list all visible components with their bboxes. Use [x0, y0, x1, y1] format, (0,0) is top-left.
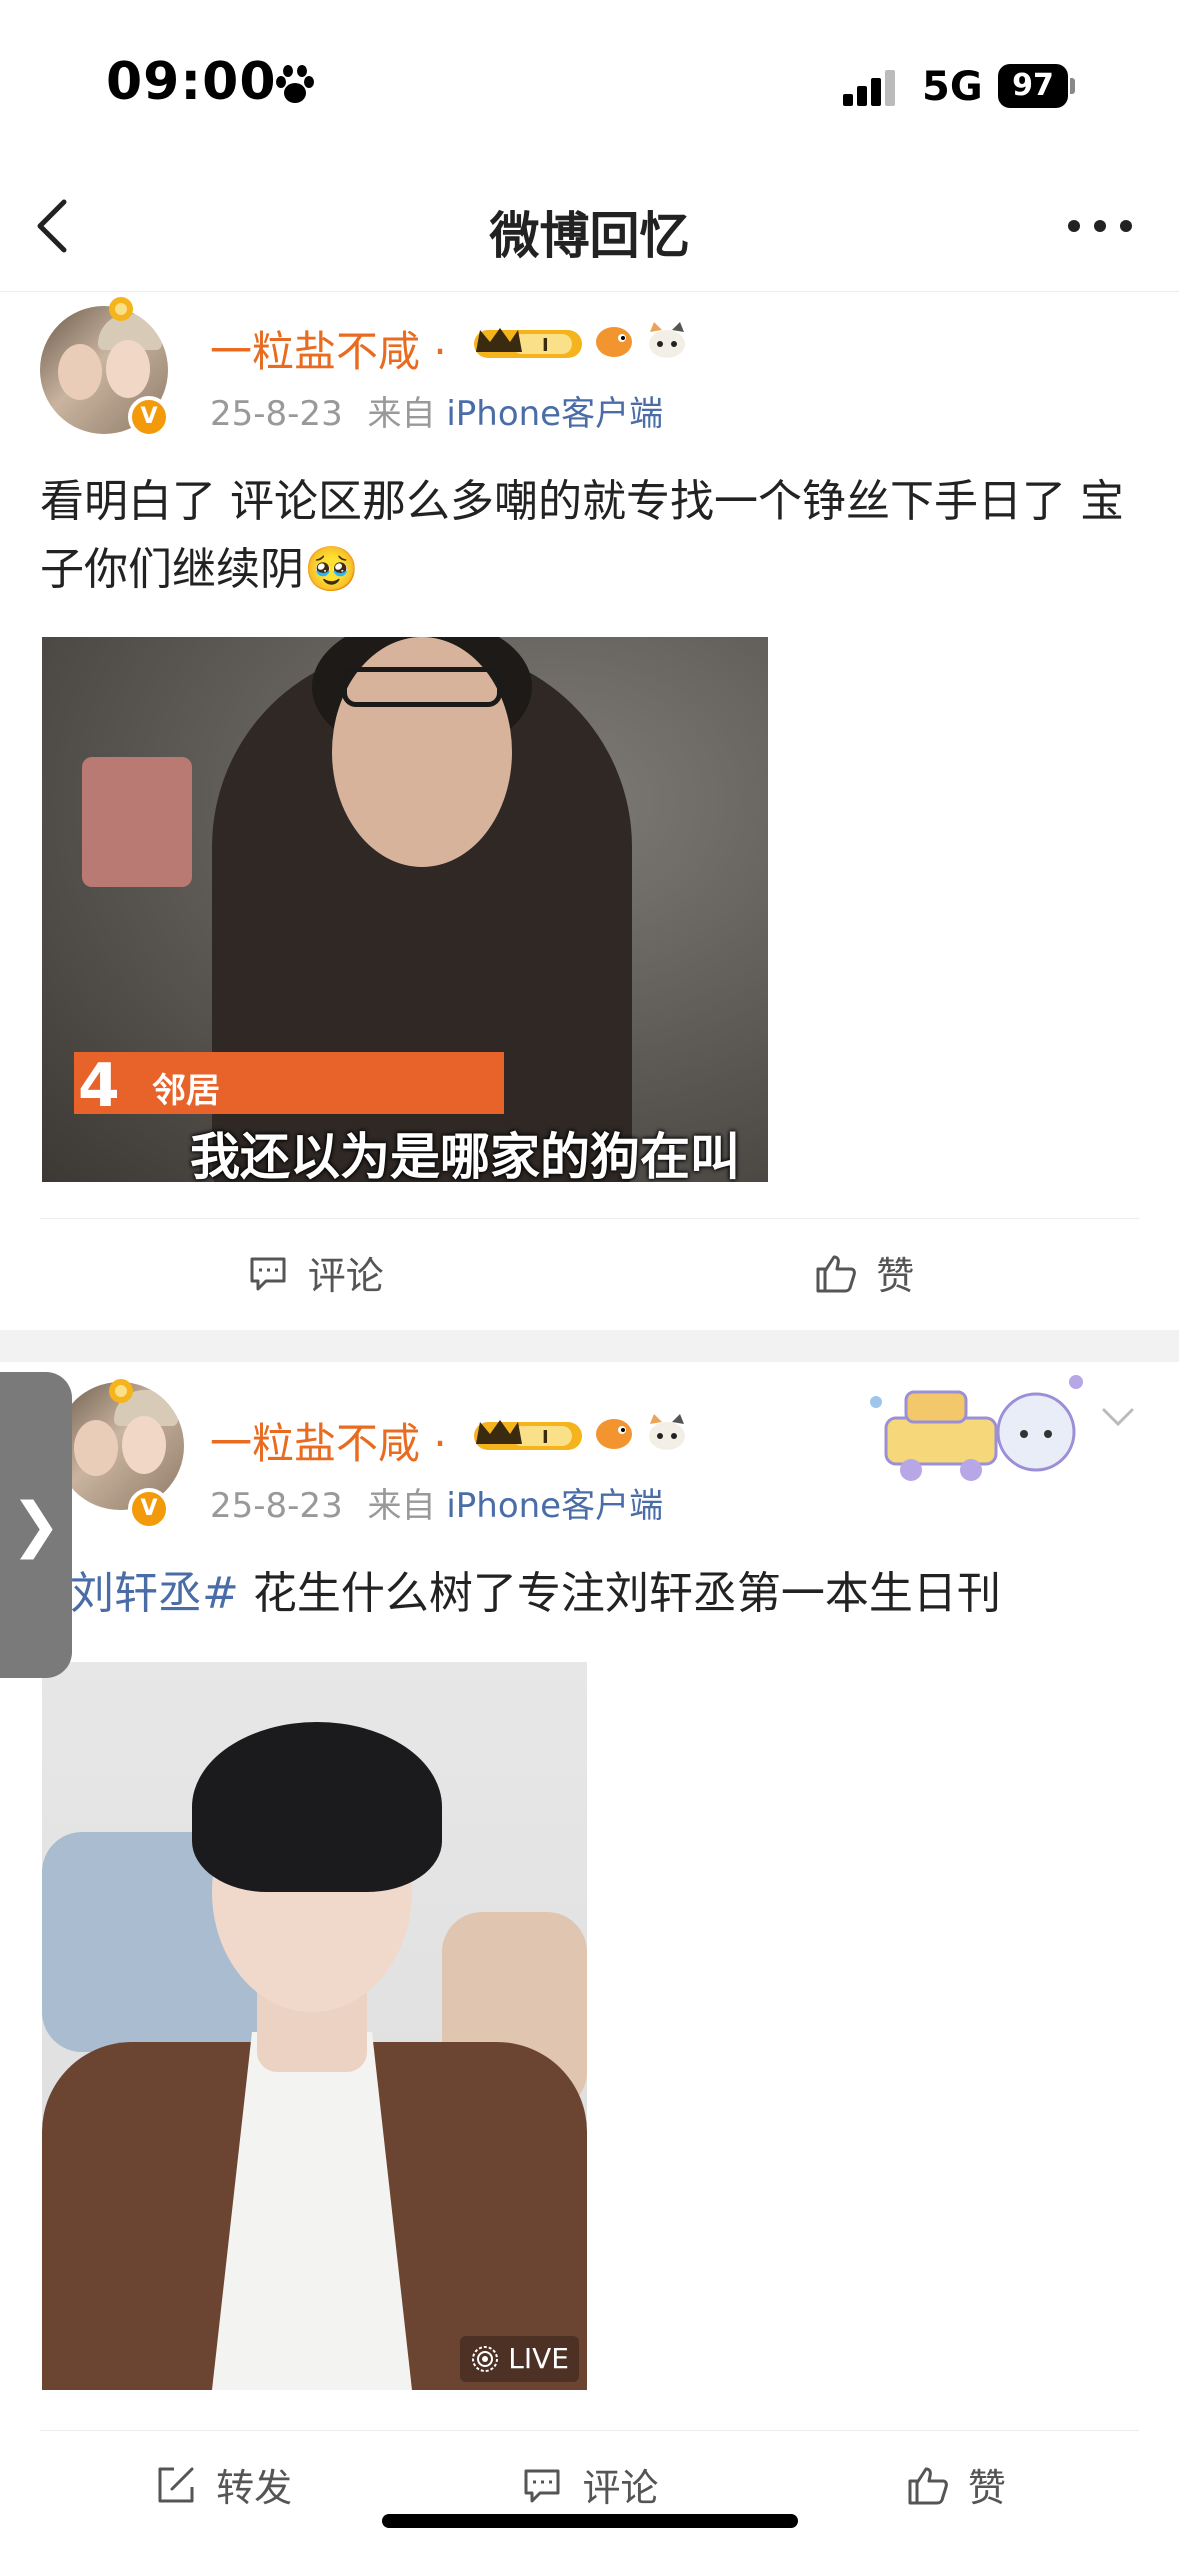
caption-number: 4 [78, 1051, 120, 1121]
hashtag-link[interactable]: 刘轩丞# [70, 1568, 239, 1619]
thumbs-up-icon [816, 1255, 857, 1292]
comment-label: 评论 [582, 2466, 659, 2510]
repost-label: 转发 [216, 2466, 293, 2510]
post-image[interactable]: LIVE [42, 1662, 587, 2390]
image-subtitle: 我还以为是哪家的狗在叫 [190, 1128, 740, 1182]
comment-button[interactable]: 评论 [406, 2457, 772, 2512]
svg-text:I: I [542, 335, 549, 356]
post-card[interactable]: V 一粒盐不咸 · I 25-8-23 来自 iPhone客户端 刘轩丞# 花生… [0, 1362, 1179, 2556]
post-image[interactable]: 4 邻居 我还以为是哪家的狗在叫 [42, 637, 768, 1182]
vip-crown-badge-icon: I [474, 328, 582, 358]
chevron-down-icon[interactable] [1098, 1402, 1138, 1432]
home-indicator[interactable] [382, 2514, 798, 2528]
battery-level: 97 [998, 64, 1068, 108]
source-prefix: 来自 [367, 394, 436, 434]
post-date: 25-8-23 [210, 1486, 343, 1526]
cat-sticker-icon [649, 1414, 685, 1450]
username[interactable]: 一粒盐不咸 · [210, 1410, 447, 1471]
post-card[interactable]: V 一粒盐不咸 · I 25-8-23 来自 iPhone客户端 看明白了 评论… [0, 292, 1179, 1330]
verified-badge-icon: V [128, 1488, 170, 1530]
post-date: 25-8-23 [210, 394, 343, 434]
svg-text:I: I [542, 1427, 549, 1448]
puffer-fish-sticker-icon [596, 327, 632, 357]
page-title: 微博回忆 [489, 207, 690, 265]
more-options-icon[interactable] [1066, 216, 1134, 236]
status-bar: 09:00 5G 97 [0, 0, 1179, 150]
post-divider [0, 1330, 1179, 1362]
verified-badge-icon: V [128, 396, 170, 438]
comment-button[interactable]: 评论 [40, 1245, 590, 1300]
live-label: LIVE [508, 2342, 569, 2375]
username[interactable]: 一粒盐不咸 · [210, 318, 447, 379]
decorative-train-sticker-icon [870, 1375, 1083, 1481]
post-text: 看明白了 评论区那么多嘲的就专找一个铮丝下手日了 宝子你们继续阴🥹 [40, 476, 1124, 595]
cellular-signal-icon [843, 70, 895, 106]
source-link[interactable]: iPhone客户端 [446, 394, 663, 434]
like-button[interactable]: 赞 [773, 2457, 1139, 2512]
source-link[interactable]: iPhone客户端 [446, 1486, 663, 1526]
cat-sticker-icon [649, 322, 685, 358]
like-label: 赞 [876, 1254, 915, 1298]
source-prefix: 来自 [367, 1486, 436, 1526]
avatar-crown-icon [109, 297, 133, 321]
thumbs-up-icon [908, 2467, 948, 2504]
live-photo-badge: LIVE [460, 2336, 579, 2382]
repost-button[interactable]: 转发 [40, 2457, 406, 2512]
battery-tip [1070, 78, 1075, 94]
battery-icon: 97 [998, 64, 1075, 108]
vip-crown-badge-icon: I [474, 1420, 582, 1450]
status-time: 09:00 [106, 52, 277, 112]
post-action-bar: 评论 赞 [40, 1218, 1139, 1326]
comment-icon [250, 1257, 286, 1290]
puffer-fish-sticker-icon [596, 1419, 632, 1449]
post-meta: 25-8-23 来自 iPhone客户端 [210, 386, 663, 435]
post-text: 刘轩丞# 花生什么树了专注刘轩丞第一本生日刊 [70, 1560, 1139, 1628]
live-photo-icon [472, 2346, 499, 2372]
like-label: 赞 [967, 2466, 1006, 2510]
paw-icon [276, 65, 314, 103]
repost-icon [158, 2467, 194, 2502]
avatar-crown-icon [109, 1379, 133, 1403]
navigation-bar: 微博回忆 [0, 150, 1179, 292]
post-meta: 25-8-23 来自 iPhone客户端 [210, 1478, 663, 1527]
side-expand-tab[interactable]: ❯ [0, 1372, 72, 1678]
network-type: 5G [922, 64, 983, 110]
comment-label: 评论 [307, 1254, 384, 1298]
post-text-body: 花生什么树了专注刘轩丞第一本生日刊 [238, 1568, 1001, 1619]
comment-icon [524, 2469, 560, 2502]
caption-label: 邻居 [152, 1071, 220, 1111]
like-button[interactable]: 赞 [590, 1245, 1140, 1300]
